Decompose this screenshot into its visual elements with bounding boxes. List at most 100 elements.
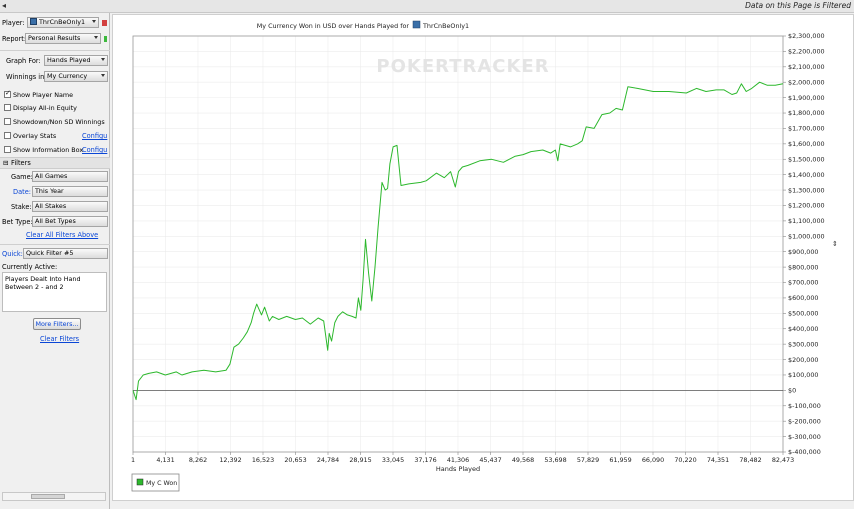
option-label: Overlay Stats	[13, 132, 57, 140]
chart-panel: POKERTRACKER My Currency Won in USD over…	[112, 14, 854, 501]
y-tick-label: $1,700,000	[788, 125, 825, 133]
x-tick-label: 20,653	[284, 456, 306, 464]
report-select[interactable]: Personal Results	[25, 33, 101, 44]
x-tick-label: 12,392	[219, 456, 241, 464]
collapse-filters-icon[interactable]: ⊟	[3, 157, 9, 169]
top-bar: ◂ Data on this Page is Filtered	[0, 0, 854, 13]
y-tick-label: $0	[788, 387, 796, 395]
resize-icon[interactable]: ⇕	[832, 240, 838, 248]
checkbox[interactable]	[4, 104, 11, 111]
chevron-down-icon	[101, 74, 105, 77]
option-overlay-stats[interactable]: Overlay Stats Configu	[0, 130, 110, 142]
watermark: POKERTRACKER	[376, 56, 549, 77]
more-filters-button[interactable]: More Filters...	[33, 318, 81, 330]
bet-type-value: All Bet Types	[35, 217, 76, 225]
game-row: Game: All Games	[0, 171, 110, 183]
player-color-icon[interactable]	[102, 20, 107, 26]
divider	[0, 244, 110, 245]
graph-for-select[interactable]: Hands Played	[44, 55, 108, 66]
x-tick-label: 61,959	[609, 456, 631, 464]
player-row: Player: ThrCnBeOnly1	[0, 17, 110, 29]
x-tick-label: 1	[131, 456, 135, 464]
graph-for-row: Graph For: Hands Played	[0, 55, 110, 67]
chart-title: My Currency Won in USD over Hands Played…	[257, 22, 410, 30]
clear-filters-link[interactable]: Clear Filters	[40, 333, 79, 345]
option-show-player-name[interactable]: Show Player Name	[0, 89, 110, 101]
x-tick-label: 57,829	[577, 456, 599, 464]
date-row: Date: This Year	[0, 186, 110, 198]
more-filters-label: More Filters...	[35, 320, 79, 328]
y-tick-label: $1,500,000	[788, 155, 825, 163]
option-display-allin-equity[interactable]: Display All-in Equity	[0, 102, 110, 114]
quick-filter-select[interactable]: Quick Filter #5	[23, 248, 108, 259]
legend-swatch	[136, 478, 144, 486]
sidebar-horizontal-scrollbar[interactable]	[2, 492, 106, 501]
filtered-notice: Data on this Page is Filtered	[745, 1, 851, 10]
date-value: This Year	[35, 187, 64, 195]
bet-type-label: Bet Type:	[2, 218, 33, 226]
winnings-in-select[interactable]: My Currency	[44, 71, 108, 82]
graph-for-label: Graph For:	[6, 57, 41, 65]
x-tick-label: 45,437	[479, 456, 501, 464]
stake-row: Stake: All Stakes	[0, 201, 110, 213]
sidebar: Player: ThrCnBeOnly1 Report: Personal Re…	[0, 13, 110, 509]
player-select-value: ThrCnBeOnly1	[39, 18, 86, 26]
x-tick-label: 33,045	[382, 456, 404, 464]
chevron-down-icon	[94, 36, 98, 39]
option-label: Show Information Box	[13, 146, 84, 154]
scrollbar-thumb[interactable]	[31, 494, 65, 499]
chart-svg: POKERTRACKER My Currency Won in USD over…	[131, 20, 838, 492]
x-tick-label: 82,473	[772, 456, 794, 464]
winnings-in-row: Winnings in: My Currency	[0, 71, 110, 83]
y-tick-label: $600,000	[788, 294, 819, 302]
chart-title-player: ThrCnBeOnly1	[422, 22, 469, 30]
configure-info-box-link[interactable]: Configu	[82, 144, 107, 156]
bet-type-row: Bet Type: All Bet Types	[0, 216, 110, 228]
bet-type-select[interactable]: All Bet Types	[32, 216, 108, 227]
configure-overlay-link[interactable]: Configu	[82, 130, 107, 142]
option-show-info-box[interactable]: Show Information Box Configu	[0, 144, 110, 156]
y-tick-label: $700,000	[788, 279, 819, 287]
collapse-sidebar-icon[interactable]: ◂	[2, 1, 6, 10]
option-showdown-winnings[interactable]: Showdown/Non SD Winnings	[0, 116, 110, 128]
chevron-down-icon	[101, 58, 105, 61]
game-value: All Games	[35, 172, 68, 180]
checkbox[interactable]	[4, 146, 11, 153]
active-filter-text: Players Dealt Into Hand Between 2 - and …	[5, 275, 81, 291]
y-tick-label: $1,300,000	[788, 186, 825, 194]
y-tick-label: $1,200,000	[788, 202, 825, 210]
option-label: Display All-in Equity	[13, 104, 77, 112]
chevron-down-icon	[92, 20, 96, 23]
quick-label: Quick:	[2, 250, 23, 258]
checkbox[interactable]	[4, 132, 11, 139]
x-tick-label: 37,176	[414, 456, 436, 464]
filters-header[interactable]: ⊟ Filters	[0, 157, 110, 169]
report-select-value: Personal Results	[28, 34, 81, 42]
y-tick-label: $2,100,000	[788, 63, 825, 71]
stake-value: All Stakes	[35, 202, 67, 210]
x-tick-label: 53,698	[544, 456, 566, 464]
stake-select[interactable]: All Stakes	[32, 201, 108, 212]
checkbox-checked[interactable]	[4, 89, 11, 98]
y-tick-label: $-300,000	[788, 433, 821, 441]
graph-for-value: Hands Played	[47, 56, 91, 64]
y-tick-label: $300,000	[788, 340, 819, 348]
option-label: Showdown/Non SD Winnings	[13, 118, 105, 126]
y-tick-label: $1,800,000	[788, 109, 825, 117]
player-site-icon	[412, 20, 421, 29]
checkbox[interactable]	[4, 118, 11, 125]
y-tick-label: $-200,000	[788, 417, 821, 425]
date-select[interactable]: This Year	[32, 186, 108, 197]
clear-all-filters-link[interactable]: Clear All Filters Above	[26, 229, 98, 241]
player-select[interactable]: ThrCnBeOnly1	[27, 17, 99, 28]
y-tick-label: $1,900,000	[788, 94, 825, 102]
legend-label: My C Won	[146, 480, 177, 487]
report-label: Report:	[2, 35, 27, 43]
quick-filter-row: Quick: Quick Filter #5	[0, 248, 110, 260]
y-axis-ticks: $2,300,000 $2,200,000 $2,100,000 $2,000,000…	[783, 32, 825, 456]
y-tick-label: $2,300,000	[788, 32, 825, 40]
x-tick-label: 70,220	[674, 456, 696, 464]
game-select[interactable]: All Games	[32, 171, 108, 182]
gridlines	[132, 35, 784, 453]
x-tick-label: 24,784	[317, 456, 339, 464]
